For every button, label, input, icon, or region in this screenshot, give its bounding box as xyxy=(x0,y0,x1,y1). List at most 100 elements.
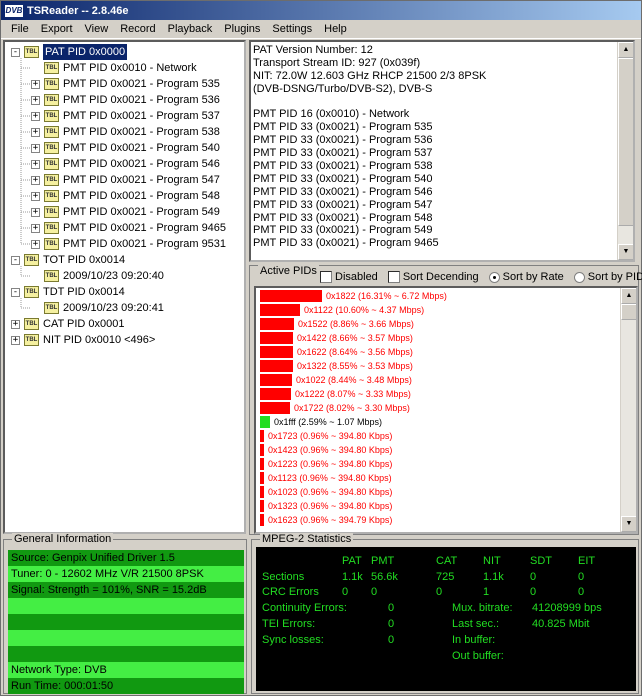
pids-scrollbar[interactable]: ▲ ▼ xyxy=(620,288,636,532)
tree-node[interactable]: + TBL PMT PID 0x0021 - Program 546 xyxy=(31,156,220,172)
crc-errors-value: 0 xyxy=(530,586,537,598)
tree-node[interactable]: - TBL TOT PID 0x0014 xyxy=(11,252,125,268)
disabled-checkbox[interactable]: Disabled xyxy=(320,271,378,283)
expand-icon[interactable]: + xyxy=(31,175,40,185)
tree-node[interactable]: + TBL PMT PID 0x0021 - Program 549 xyxy=(31,204,220,220)
expand-icon[interactable]: + xyxy=(31,127,40,137)
tree-node[interactable]: TBL 2009/10/23 09:20:40 xyxy=(31,268,164,284)
sort-by-pid-radio[interactable]: Sort by PID xyxy=(573,271,642,283)
tree-node[interactable]: - TBL TDT PID 0x0014 xyxy=(11,284,125,300)
active-pids-list[interactable]: ▲ ▼ 0x1822 (16.31% ~ 6.72 Mbps) 0x1122 (1… xyxy=(254,286,638,534)
pid-row[interactable]: 0x1022 (8.44% ~ 3.48 Mbps) xyxy=(260,374,412,386)
tree-node[interactable]: + TBL PMT PID 0x0021 - Program 548 xyxy=(31,188,220,204)
pid-row[interactable]: 0x1fff (2.59% ~ 1.07 Mbps) xyxy=(260,416,382,428)
pid-row[interactable]: 0x1023 (0.96% ~ 394.80 Kbps) xyxy=(260,486,392,498)
pid-rate-bar xyxy=(260,318,294,330)
pid-row[interactable]: 0x1722 (8.02% ~ 3.30 Mbps) xyxy=(260,402,410,414)
pid-row[interactable]: 0x1422 (8.66% ~ 3.57 Mbps) xyxy=(260,332,413,344)
stream-tree[interactable]: - TBL PAT PID 0x0000 TBL PMT PID 0x0010 - Ne… xyxy=(3,40,246,534)
detail-pane[interactable]: PAT Version Number: 12 Transport Stream I… xyxy=(249,40,635,262)
scroll-up-button[interactable]: ▲ xyxy=(621,288,636,304)
expand-icon[interactable]: + xyxy=(31,223,40,233)
pid-row[interactable]: 0x1723 (0.96% ~ 394.80 Kbps) xyxy=(260,430,392,442)
pid-rate-label: 0x1322 (8.55% ~ 3.53 Mbps) xyxy=(297,361,413,371)
tree-node[interactable]: + TBL PMT PID 0x0021 - Program 547 xyxy=(31,172,220,188)
sort-by-rate-radio[interactable]: Sort by Rate xyxy=(488,271,564,283)
tree-node[interactable]: + TBL PMT PID 0x0021 - Program 536 xyxy=(31,92,220,108)
detail-scrollbar[interactable]: ▲ ▼ xyxy=(617,42,633,260)
menu-help[interactable]: Help xyxy=(318,23,353,35)
pid-row[interactable]: 0x1522 (8.86% ~ 3.66 Mbps) xyxy=(260,318,414,330)
menu-export[interactable]: Export xyxy=(35,23,79,35)
expand-icon[interactable]: + xyxy=(31,111,40,121)
scroll-thumb[interactable] xyxy=(621,304,636,320)
tree-node[interactable]: TBL PMT PID 0x0010 - Network xyxy=(31,60,197,76)
expand-icon[interactable]: + xyxy=(31,159,40,169)
expand-icon[interactable]: + xyxy=(31,239,40,249)
expand-icon[interactable]: + xyxy=(31,79,40,89)
pid-row[interactable]: 0x1323 (0.96% ~ 394.80 Kbps) xyxy=(260,500,392,512)
general-info-row xyxy=(8,646,244,662)
menu-record[interactable]: Record xyxy=(114,23,161,35)
tree-node[interactable]: + TBL PMT PID 0x0021 - Program 540 xyxy=(31,140,220,156)
title-bar[interactable]: DVB TSReader -- 2.8.46e xyxy=(1,1,641,20)
expand-icon[interactable]: + xyxy=(31,95,40,105)
pid-row[interactable]: 0x1423 (0.96% ~ 394.80 Kbps) xyxy=(260,444,392,456)
expand-icon[interactable]: + xyxy=(11,319,20,329)
radio-button[interactable] xyxy=(488,271,500,283)
table-icon: TBL xyxy=(44,78,59,90)
pid-row[interactable]: 0x1622 (8.64% ~ 3.56 Mbps) xyxy=(260,346,413,358)
pid-rate-bar xyxy=(260,444,264,456)
expand-icon[interactable]: + xyxy=(31,143,40,153)
expand-icon[interactable]: + xyxy=(31,191,40,201)
expand-icon[interactable]: + xyxy=(31,207,40,217)
pid-rate-bar xyxy=(260,500,264,512)
collapse-icon[interactable]: - xyxy=(11,47,20,57)
sort-by-rate-label: Sort by Rate xyxy=(502,271,564,283)
menu-view[interactable]: View xyxy=(79,23,115,35)
expand-icon[interactable]: + xyxy=(11,335,20,345)
pid-row[interactable]: 0x1322 (8.55% ~ 3.53 Mbps) xyxy=(260,360,413,372)
tree-node[interactable]: + TBL PMT PID 0x0021 - Program 537 xyxy=(31,108,220,124)
pid-row[interactable]: 0x1822 (16.31% ~ 6.72 Mbps) xyxy=(260,290,447,302)
sort-descending-checkbox[interactable]: Sort Decending xyxy=(387,271,479,283)
detail-line: PMT PID 33 (0x0021) - Program 9465 xyxy=(253,237,439,250)
collapse-icon[interactable]: - xyxy=(11,287,20,297)
menu-plugins[interactable]: Plugins xyxy=(218,23,266,35)
tree-node[interactable]: + TBL PMT PID 0x0021 - Program 538 xyxy=(31,124,220,140)
general-info-row: Signal: Strength = 101%, SNR = 15.2dB xyxy=(8,582,244,598)
menu-playback[interactable]: Playback xyxy=(162,23,219,35)
pid-rate-label: 0x1223 (0.96% ~ 394.80 Kbps) xyxy=(268,459,393,469)
crc-errors-value: 0 xyxy=(436,586,443,598)
pid-row[interactable]: 0x1623 (0.96% ~ 394.79 Kbps) xyxy=(260,514,392,526)
pid-row[interactable]: 0x1122 (10.60% ~ 4.37 Mbps) xyxy=(260,304,424,316)
tree-node[interactable]: + TBL PMT PID 0x0021 - Program 535 xyxy=(31,76,220,92)
scroll-up-button[interactable]: ▲ xyxy=(618,42,633,58)
tree-node[interactable]: - TBL PAT PID 0x0000 xyxy=(11,44,128,60)
detail-line: (DVB-DSNG/Turbo/DVB-S2), DVB-S xyxy=(253,82,433,95)
scroll-down-button[interactable]: ▼ xyxy=(618,244,633,260)
general-info-row xyxy=(8,630,244,646)
tree-node[interactable]: + TBL CAT PID 0x0001 xyxy=(11,316,125,332)
radio-button[interactable] xyxy=(573,271,585,283)
tree-node[interactable]: + TBL NIT PID 0x0010 <496> xyxy=(11,332,155,348)
last-sec-label: Last sec.: xyxy=(452,618,500,630)
menu-settings[interactable]: Settings xyxy=(266,23,318,35)
pid-rate-label: 0x1fff (2.59% ~ 1.07 Mbps) xyxy=(274,417,382,427)
sort-by-pid-label: Sort by PID xyxy=(587,271,642,283)
stats-column-header: CAT xyxy=(436,555,458,567)
pid-row[interactable]: 0x1223 (0.96% ~ 394.80 Kbps) xyxy=(260,458,392,470)
collapse-icon[interactable]: - xyxy=(11,255,20,265)
checkbox-box[interactable] xyxy=(320,271,332,283)
pid-row[interactable]: 0x1123 (0.96% ~ 394.80 Kbps) xyxy=(260,472,392,484)
scroll-down-button[interactable]: ▼ xyxy=(621,516,636,532)
tree-node[interactable]: + TBL PMT PID 0x0021 - Program 9465 xyxy=(31,220,226,236)
checkbox-box[interactable] xyxy=(387,271,400,283)
table-icon: TBL xyxy=(44,62,59,74)
tree-node[interactable]: + TBL PMT PID 0x0021 - Program 9531 xyxy=(31,236,226,252)
pid-rate-bar xyxy=(260,388,291,400)
tree-node[interactable]: TBL 2009/10/23 09:20:41 xyxy=(31,300,164,316)
menu-file[interactable]: File xyxy=(5,23,35,35)
pid-row[interactable]: 0x1222 (8.07% ~ 3.33 Mbps) xyxy=(260,388,411,400)
scroll-thumb[interactable] xyxy=(618,58,633,226)
